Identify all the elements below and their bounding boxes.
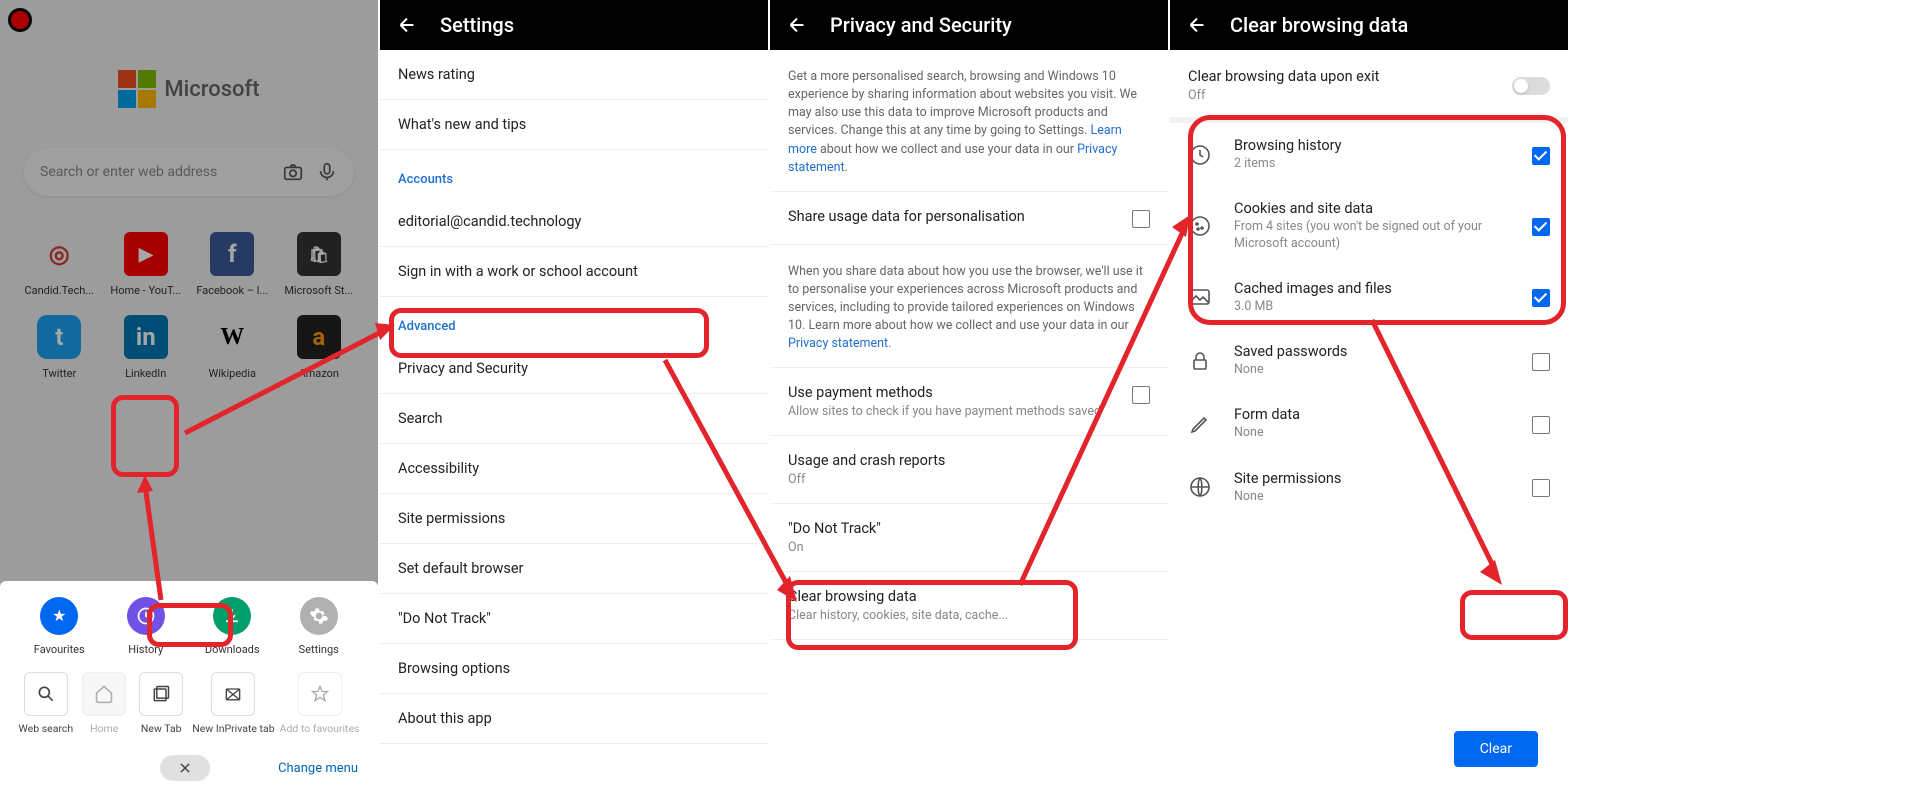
action-web-search[interactable]: Web search — [19, 672, 74, 735]
settings-news-rating[interactable]: News rating — [380, 50, 768, 100]
privacy-info-2: When you share data about how you use th… — [770, 245, 1168, 368]
change-menu-link[interactable]: Change menu — [278, 761, 358, 776]
microsoft-logo: Microsoft — [0, 70, 378, 108]
tile-facebook[interactable]: fFacebook – l... — [193, 232, 272, 297]
browser-menu-sheet: ★ Favourites History Downloads Settings — [0, 581, 378, 795]
tile-twitter[interactable]: tTwitter — [20, 315, 99, 380]
new-tab-icon — [139, 672, 183, 716]
payment-methods-checkbox[interactable] — [1132, 386, 1150, 404]
settings-do-not-track[interactable]: "Do Not Track" — [380, 594, 768, 644]
tile-amazon[interactable]: aAmazon — [280, 315, 359, 380]
record-indicator — [8, 8, 32, 32]
back-icon[interactable] — [786, 14, 808, 36]
privacy-info-1: Get a more personalised search, browsing… — [770, 50, 1168, 191]
do-not-track-row[interactable]: "Do Not Track"On — [770, 504, 1168, 572]
clear-on-exit-toggle[interactable] — [1512, 77, 1550, 95]
cbd-passwords[interactable]: Saved passwordsNone — [1170, 329, 1568, 392]
clear-data-header: Clear browsing data — [1170, 0, 1568, 50]
cookie-icon — [1188, 214, 1216, 238]
star-icon: ★ — [40, 597, 78, 635]
search-icon — [24, 672, 68, 716]
menu-favourites[interactable]: ★ Favourites — [27, 597, 91, 656]
tile-candid[interactable]: ◎Candid.Tech... — [20, 232, 99, 297]
settings-site-permissions[interactable]: Site permissions — [380, 494, 768, 544]
action-new-tab[interactable]: New Tab — [135, 672, 187, 735]
section-accounts: Accounts — [380, 150, 768, 197]
home-icon — [82, 672, 126, 716]
menu-settings[interactable]: Settings — [287, 597, 351, 656]
action-new-inprivate[interactable]: New InPrivate tab — [192, 672, 274, 735]
back-icon[interactable] — [1186, 14, 1208, 36]
cbd-browsing-history[interactable]: Browsing history2 items — [1170, 123, 1568, 186]
clear-browsing-data-row[interactable]: Clear browsing dataClear history, cookie… — [770, 572, 1168, 640]
back-icon[interactable] — [396, 14, 418, 36]
mic-icon[interactable] — [316, 161, 338, 183]
lock-icon — [1188, 349, 1216, 373]
cbd-passwords-checkbox[interactable] — [1532, 353, 1550, 371]
close-menu-button[interactable] — [160, 755, 210, 781]
clear-on-exit-row[interactable]: Clear browsing data upon exitOff — [1170, 50, 1568, 123]
gear-icon — [300, 597, 338, 635]
settings-work-account[interactable]: Sign in with a work or school account — [380, 247, 768, 297]
settings-accessibility[interactable]: Accessibility — [380, 444, 768, 494]
section-advanced: Advanced — [380, 297, 768, 344]
tile-wikipedia[interactable]: WWikipedia — [193, 315, 272, 380]
action-home: Home — [78, 672, 130, 735]
close-icon — [178, 761, 192, 775]
settings-privacy-security[interactable]: Privacy and Security — [380, 344, 768, 394]
settings-panel: Settings News rating What's new and tips… — [380, 0, 770, 795]
download-icon — [213, 597, 251, 635]
pencil-icon — [1188, 412, 1216, 436]
settings-browsing-options[interactable]: Browsing options — [380, 644, 768, 694]
browser-home-panel: Microsoft Search or enter web address ◎C… — [0, 0, 380, 795]
globe-icon — [1188, 475, 1216, 499]
clear-data-panel: Clear browsing data Clear browsing data … — [1170, 0, 1570, 795]
menu-downloads[interactable]: Downloads — [200, 597, 264, 656]
privacy-panel: Privacy and Security Get a more personal… — [770, 0, 1170, 795]
cbd-cookies[interactable]: Cookies and site dataFrom 4 sites (you w… — [1170, 186, 1568, 266]
settings-account-email[interactable]: editorial@candid.technology — [380, 197, 768, 247]
action-add-favourite: Add to favourites — [280, 672, 360, 735]
settings-search[interactable]: Search — [380, 394, 768, 444]
settings-default-browser[interactable]: Set default browser — [380, 544, 768, 594]
camera-icon[interactable] — [282, 161, 304, 183]
tile-ms-store[interactable]: 🛍Microsoft St... — [280, 232, 359, 297]
history-icon — [1188, 143, 1216, 167]
clear-button[interactable]: Clear — [1454, 731, 1538, 767]
image-icon — [1188, 285, 1216, 309]
search-placeholder: Search or enter web address — [40, 164, 270, 180]
share-usage-checkbox[interactable] — [1132, 210, 1150, 228]
settings-whats-new[interactable]: What's new and tips — [380, 100, 768, 150]
cbd-cached[interactable]: Cached images and files3.0 MB — [1170, 266, 1568, 329]
speed-dial-tiles: ◎Candid.Tech... ▶Home - YouT... fFaceboo… — [0, 196, 378, 388]
history-icon — [127, 597, 165, 635]
cbd-history-checkbox[interactable] — [1532, 147, 1550, 165]
usage-reports-row[interactable]: Usage and crash reportsOff — [770, 436, 1168, 504]
inprivate-icon — [211, 672, 255, 716]
settings-about[interactable]: About this app — [380, 694, 768, 744]
cbd-cache-checkbox[interactable] — [1532, 289, 1550, 307]
cbd-permissions-checkbox[interactable] — [1532, 479, 1550, 497]
payment-methods-row[interactable]: Use payment methodsAllow sites to check … — [770, 367, 1168, 436]
privacy-statement-link-2[interactable]: Privacy statement — [788, 336, 888, 351]
tile-youtube[interactable]: ▶Home - YouT... — [107, 232, 186, 297]
share-usage-row[interactable]: Share usage data for personalisation — [770, 191, 1168, 245]
cbd-form-data[interactable]: Form dataNone — [1170, 392, 1568, 455]
star-outline-icon — [298, 672, 342, 716]
cbd-cookies-checkbox[interactable] — [1532, 218, 1550, 236]
cbd-site-permissions[interactable]: Site permissionsNone — [1170, 456, 1568, 519]
settings-header: Settings — [380, 0, 768, 50]
privacy-header: Privacy and Security — [770, 0, 1168, 50]
tile-linkedin[interactable]: inLinkedIn — [107, 315, 186, 380]
search-input[interactable]: Search or enter web address — [24, 148, 354, 196]
cbd-form-checkbox[interactable] — [1532, 416, 1550, 434]
menu-history[interactable]: History — [114, 597, 178, 656]
